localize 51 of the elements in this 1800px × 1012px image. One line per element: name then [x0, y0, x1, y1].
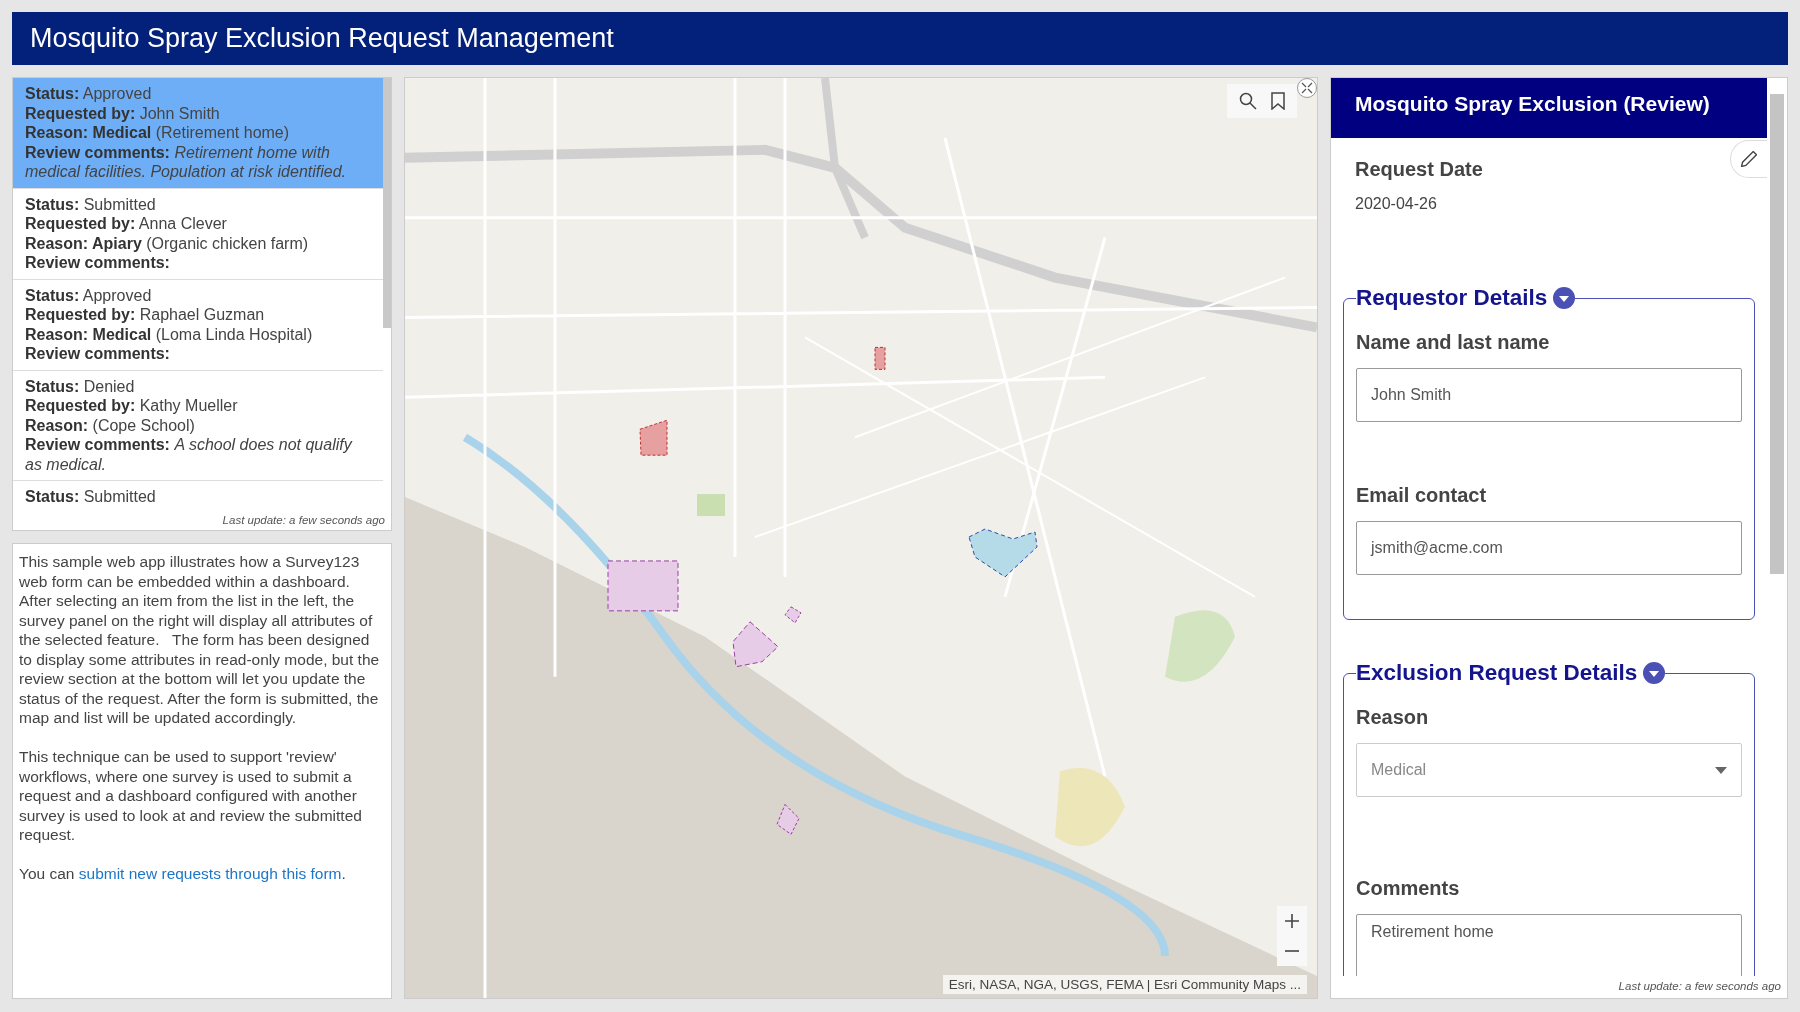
scrollbar[interactable]	[383, 78, 391, 328]
pencil-icon	[1741, 151, 1757, 167]
request-detail-text: Reason: Apiary (Organic chicken farm)	[25, 233, 310, 253]
field-label: Email contact	[1356, 484, 1488, 507]
minus-icon	[1285, 950, 1299, 952]
submit-form-link[interactable]: submit new requests through this form	[78, 865, 342, 882]
description-paragraph: You can submit new requests through this form.	[19, 864, 347, 884]
last-update-text: Last update: a few seconds ago	[221, 513, 386, 528]
collapse-toggle-icon[interactable]	[1643, 662, 1666, 684]
request-detail-text: Reason: Medical (Retirement home)	[25, 123, 291, 143]
request-detail-text: Status: Denied	[25, 376, 136, 396]
comments-field[interactable]: Retirement home	[1356, 914, 1742, 976]
collapse-toggle-icon[interactable]	[1553, 287, 1576, 309]
request-detail-text: Status: Submitted	[25, 487, 157, 507]
request-detail-text: Requested by: Kathy Mueller	[25, 396, 239, 416]
field-value: 2020-04-26	[1355, 195, 1438, 213]
map-attribution: Esri, NASA, NGA, USGS, FEMA | Esri Community Maps ...	[942, 975, 1307, 994]
last-update-text: Last update: a few seconds ago	[1617, 979, 1782, 994]
section-title: Exclusion Request Details	[1356, 660, 1638, 686]
text-field[interactable]: John Smith	[1356, 368, 1742, 422]
request-detail-text: Status: Approved	[25, 285, 153, 305]
request-list-item[interactable]: Status: Submitted	[13, 481, 383, 512]
field-label: Name and last name	[1356, 331, 1551, 354]
request-detail-text: Requested by: Raphael Guzman	[25, 305, 266, 325]
request-list-item[interactable]: Status: Denied Requested by: Kathy Mueller Reason: (Cope School) Review comments: A school does not qualify as medical.	[13, 370, 383, 481]
description-paragraph: This sample web app illustrates how a Survey123 web form can be embedded within a dashboard. After selecting an item from the list in the left, the survey panel on the right will display all attributes of the selected feature. The form has been designed to display some attributes in read-only mode, but the review section at the bottom will let you update the status of the request. After the form is submitted, the map and list will be updated accordingly.	[19, 552, 381, 728]
request-detail-text: Reason: Medical (Loma Linda Hospital)	[25, 324, 314, 344]
edit-button[interactable]	[1730, 140, 1767, 178]
description-paragraph: This technique can be used to support 'review' workflows, where one survey is used to submit a request and a dashboard configured with another survey is used to look at and review the submitted request.	[19, 747, 363, 845]
request-detail-text: Review comments: A school does not qualify as medical.	[25, 435, 354, 474]
section-title: Requestor Details	[1356, 285, 1548, 311]
field-label: Request Date	[1355, 158, 1484, 181]
field-label: Reason	[1356, 706, 1430, 729]
request-detail-text: Requested by: John Smith	[25, 103, 221, 123]
field-label: Comments	[1356, 877, 1461, 900]
search-icon[interactable]	[1239, 92, 1257, 110]
caret-down-icon	[1715, 766, 1727, 774]
request-detail-text: Reason: (Cope School)	[25, 415, 196, 435]
reason-dropdown[interactable]: Medical	[1356, 743, 1742, 797]
request-detail-text: Status: Approved	[25, 84, 153, 104]
survey-title: Mosquito Spray Exclusion (Review)	[1331, 78, 1767, 138]
request-detail-text: Review comments: Retirement home with medical facilities. Population at risk identified.	[25, 142, 348, 182]
request-detail-text: Status: Submitted	[25, 194, 157, 214]
plus-icon	[1284, 913, 1300, 929]
app-header: Mosquito Spray Exclusion Request Management	[12, 12, 1788, 65]
request-detail-text: Review comments:	[25, 253, 171, 273]
bookmark-icon[interactable]	[1271, 92, 1285, 110]
request-detail-text: Requested by: Anna Clever	[25, 214, 228, 234]
request-detail-text: Review comments:	[25, 344, 171, 364]
text-field[interactable]: jsmith@acme.com	[1356, 521, 1742, 575]
request-list-item[interactable]: Status: Approved Requested by: John Smith Reason: Medical (Retirement home) Review comments: Retirement home with medical facilities. Population at risk identified.	[13, 78, 383, 189]
